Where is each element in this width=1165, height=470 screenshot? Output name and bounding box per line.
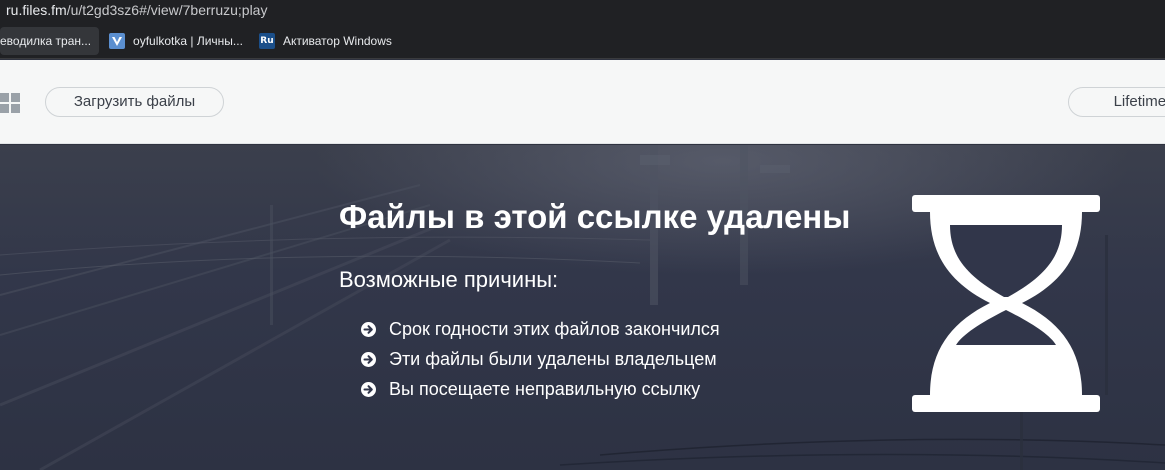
list-item: Вы посещаете неправильную ссылку [360,374,720,404]
upload-files-button[interactable]: Загрузить файлы [45,87,224,117]
arrow-circle-icon [361,321,376,337]
bookmark-item[interactable]: еводилка тран... [0,27,100,55]
reason-text: Вы посещаете неправильную ссылку [389,378,701,399]
grid-icon[interactable] [0,93,20,113]
bookmark-favicon-icon [109,33,126,49]
reasons-heading: Возможные причины: [339,267,559,292]
bookmark-label: еводилка тран... [0,34,92,48]
bookmark-label: Активатор Windows [282,34,392,48]
arrow-circle-icon [361,381,376,397]
reasons-list: Срок годности этих файлов закончился Эти… [360,314,720,404]
lifetime-storage-button[interactable]: Lifetime St [1068,87,1165,117]
bookmark-item[interactable]: Ru Активатор Windows [251,27,400,55]
url-path: /u/t2gd3sz6#/view/7berruzu;play [66,2,268,18]
bookmark-label: oyfulkotka | Личны... [133,34,243,48]
reason-text: Срок годности этих файлов закончился [389,318,720,339]
page-title: Файлы в этой ссылке удалены [339,198,851,235]
list-item: Эти файлы были удалены владельцем [360,344,720,374]
bookmarks-bar: еводилка тран... oyfulkotka | Личны... R… [0,24,1165,59]
url-host: ru.files.fm [6,2,67,18]
bookmark-favicon-icon: Ru [258,33,275,49]
address-bar[interactable]: ru.files.fm/u/t2gd3sz6#/view/7berruzu;pl… [0,0,1165,24]
arrow-circle-icon [361,351,376,367]
list-item: Срок годности этих файлов закончился [360,314,720,344]
reason-text: Эти файлы были удалены владельцем [389,348,717,369]
bookmark-item[interactable]: oyfulkotka | Личны... [101,27,251,55]
hourglass-icon [912,195,1100,412]
